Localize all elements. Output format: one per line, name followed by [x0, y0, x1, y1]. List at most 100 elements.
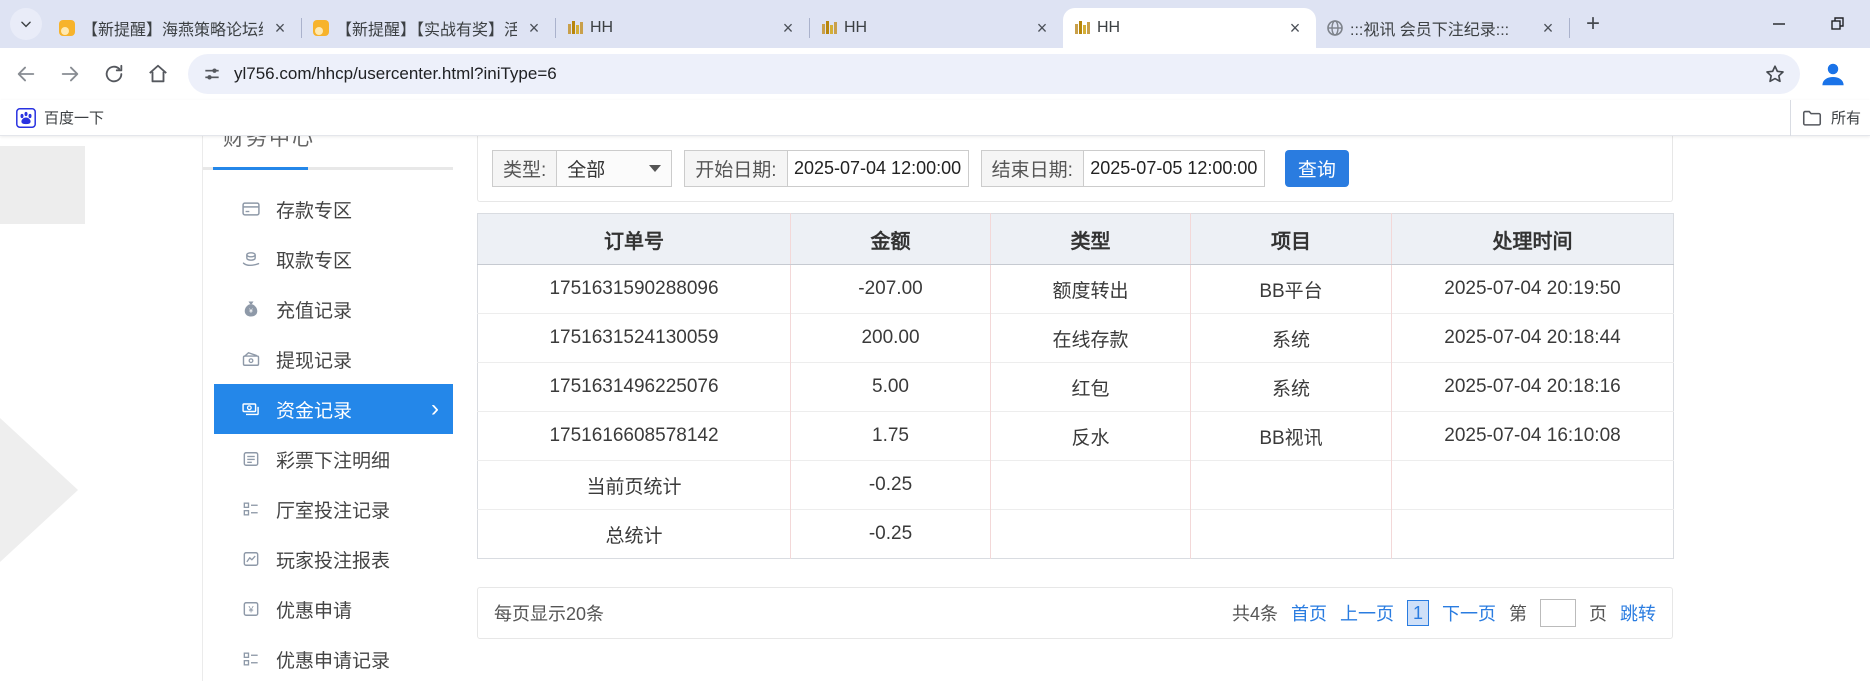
close-icon[interactable]: × — [1537, 17, 1559, 39]
globe-favicon-icon — [1326, 19, 1344, 37]
back-icon — [15, 63, 37, 85]
type-select[interactable]: 全部 — [556, 150, 672, 187]
sidebar-menu: 存款专区 取款专区 ¥ 充值记录 提现记录 资金记录 › — [203, 184, 453, 681]
table-row: 1751631496225076 5.00 红包 系统 2025-07-04 2… — [478, 363, 1674, 412]
start-date-label: 开始日期: — [684, 150, 786, 187]
tab-hh-2[interactable]: HH × — [810, 8, 1063, 48]
sidebar-item-promo-apply[interactable]: ¥ 优惠申请 — [214, 584, 453, 634]
address-bar[interactable]: yl756.com/hhcp/usercenter.html?iniType=6 — [188, 54, 1800, 94]
start-date-input[interactable] — [787, 150, 969, 187]
tab-search-button[interactable] — [10, 8, 42, 40]
main-content: 类型: 全部 开始日期: 结束日期: 查询 — [477, 136, 1673, 639]
cell-amount: -207.00 — [791, 265, 991, 314]
cell-amount: -0.25 — [791, 510, 991, 559]
back-button[interactable] — [8, 56, 44, 92]
cell-project: 系统 — [1191, 314, 1392, 363]
minimize-icon — [1771, 16, 1787, 32]
tab-video-records[interactable]: :::视讯 会员下注纪录::: × — [1316, 8, 1569, 48]
cell-amount: 1.75 — [791, 412, 991, 461]
chart-report-icon — [240, 548, 262, 570]
sidebar-item-withdraw-records[interactable]: 提现记录 — [214, 334, 453, 384]
sidebar-item-recharge-records[interactable]: ¥ 充值记录 — [214, 284, 453, 334]
sidebar-item-lottery-bet-detail[interactable]: 彩票下注明细 — [214, 434, 453, 484]
home-icon — [147, 63, 169, 85]
cell-amount: 200.00 — [791, 314, 991, 363]
cell-process-time: 2025-07-04 20:19:50 — [1392, 265, 1674, 314]
minimize-button[interactable] — [1764, 9, 1794, 39]
col-project: 项目 — [1191, 214, 1392, 265]
prev-page-link[interactable]: 上一页 — [1340, 600, 1394, 626]
sidebar-item-promo-apply-records[interactable]: 优惠申请记录 — [214, 634, 453, 681]
home-button[interactable] — [140, 56, 176, 92]
first-page-link[interactable]: 首页 — [1291, 600, 1327, 626]
bookmark-star-icon[interactable] — [1764, 63, 1786, 85]
svg-text:¥: ¥ — [249, 308, 253, 315]
tab-title: 【新提醒】【实战有奖】活 — [336, 16, 517, 40]
jump-button[interactable]: 跳转 — [1620, 600, 1656, 626]
col-type: 类型 — [991, 214, 1191, 265]
gold-bars-favicon-icon — [820, 19, 838, 37]
forum-favicon-icon — [58, 19, 76, 37]
sidebar-item-label: 优惠申请 — [276, 596, 352, 623]
col-amount: 金额 — [791, 214, 991, 265]
tab-divider — [1569, 18, 1570, 38]
close-icon[interactable]: × — [777, 17, 799, 39]
checklist-icon — [240, 648, 262, 670]
end-date-group: 结束日期: — [981, 150, 1265, 187]
next-page-link[interactable]: 下一页 — [1442, 600, 1496, 626]
checklist-icon — [240, 498, 262, 520]
cell-project: BB平台 — [1191, 265, 1392, 314]
restore-button[interactable] — [1822, 9, 1852, 39]
left-decoration — [0, 146, 85, 224]
cell-process-time: 2025-07-04 20:18:44 — [1392, 314, 1674, 363]
sidebar-tab-underline — [203, 167, 453, 170]
table-header-row: 订单号 金额 类型 项目 处理时间 — [478, 214, 1674, 265]
tab-title: :::视讯 会员下注纪录::: — [1350, 16, 1531, 40]
current-page-badge[interactable]: 1 — [1407, 600, 1429, 626]
tab-forum-2[interactable]: 【新提醒】【实战有奖】活 × — [302, 8, 555, 48]
bookmark-baidu[interactable]: 百度一下 — [16, 107, 104, 128]
tab-hh-active[interactable]: HH × — [1063, 8, 1316, 48]
query-button[interactable]: 查询 — [1285, 150, 1349, 187]
sidebar-title: 财务中心 — [223, 136, 453, 152]
page-content: 财务中心 存款专区 取款专区 ¥ 充值记录 提现记录 — [0, 136, 1870, 681]
sidebar-item-funds-records[interactable]: 资金记录 › — [214, 384, 453, 434]
left-arrow-decoration — [0, 418, 78, 562]
tab-forum-1[interactable]: 【新提醒】海燕策略论坛综 × — [48, 8, 301, 48]
all-bookmarks-label: 所有 — [1831, 107, 1861, 128]
sidebar-item-label: 取款专区 — [276, 246, 352, 273]
new-tab-button[interactable]: + — [1578, 9, 1608, 39]
cell-type: 额度转出 — [991, 265, 1191, 314]
sidebar-item-withdraw-zone[interactable]: 取款专区 — [214, 234, 453, 284]
type-select-value: 全部 — [567, 155, 605, 182]
close-icon[interactable]: × — [1031, 17, 1053, 39]
end-date-input[interactable] — [1083, 150, 1265, 187]
forward-button[interactable] — [52, 56, 88, 92]
reload-button[interactable] — [96, 56, 132, 92]
reload-icon — [103, 63, 125, 85]
sidebar-item-hall-bet-records[interactable]: 厅室投注记录 — [214, 484, 453, 534]
close-icon[interactable]: × — [1284, 17, 1306, 39]
sidebar-item-label: 资金记录 — [276, 396, 352, 423]
profile-avatar[interactable] — [1816, 57, 1850, 91]
tab-hh-1[interactable]: HH × — [556, 8, 809, 48]
table-row-total-summary: 总统计 -0.25 — [478, 510, 1674, 559]
close-icon[interactable]: × — [523, 17, 545, 39]
sidebar-item-deposit-zone[interactable]: 存款专区 — [214, 184, 453, 234]
table-row: 1751616608578142 1.75 反水 BB视讯 2025-07-04… — [478, 412, 1674, 461]
page-number-input[interactable] — [1540, 599, 1576, 627]
tab-strip: 【新提醒】海燕策略论坛综 × 【新提醒】【实战有奖】活 × HH × HH × … — [0, 0, 1870, 48]
cell-type: 红包 — [991, 363, 1191, 412]
cell-amount: 5.00 — [791, 363, 991, 412]
chevron-down-icon — [649, 165, 661, 172]
close-icon[interactable]: × — [269, 17, 291, 39]
sidebar-item-label: 厅室投注记录 — [276, 496, 390, 523]
all-bookmarks-button[interactable]: 所有 — [1790, 100, 1870, 136]
funds-records-table: 订单号 金额 类型 项目 处理时间 1751631590288096 -207.… — [477, 213, 1674, 559]
type-filter-group: 类型: 全部 — [492, 150, 672, 187]
svg-text:¥: ¥ — [247, 604, 254, 614]
cell-process-time: 2025-07-04 20:18:16 — [1392, 363, 1674, 412]
cell-order-id: 1751631524130059 — [478, 314, 791, 363]
sidebar-item-player-bet-report[interactable]: 玩家投注报表 — [214, 534, 453, 584]
sidebar: 财务中心 存款专区 取款专区 ¥ 充值记录 提现记录 — [202, 136, 453, 681]
